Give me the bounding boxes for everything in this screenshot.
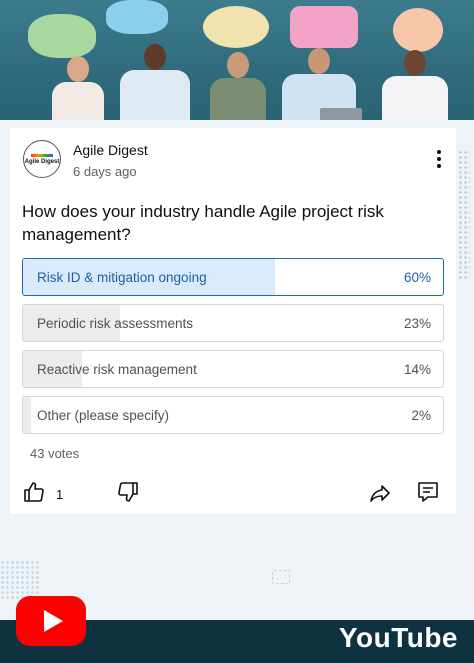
poll-option-label: Periodic risk assessments xyxy=(37,316,194,331)
poll-option-label: Reactive risk management xyxy=(37,362,197,377)
speech-bubble-blue xyxy=(106,0,168,34)
poll-option-percent: 23% xyxy=(403,316,431,331)
poll-option-percent: 60% xyxy=(403,270,431,285)
banner-image xyxy=(0,0,474,120)
dot-pattern-decoration xyxy=(0,560,40,600)
vote-count: 43 votes xyxy=(30,446,80,461)
avatar-logo-stripe xyxy=(31,153,53,157)
action-bar: 1 xyxy=(10,478,456,508)
share-icon[interactable] xyxy=(368,481,392,510)
community-post-card: Agile Digest Agile Digest 6 days ago How… xyxy=(10,128,456,514)
poll-option-percent: 14% xyxy=(403,362,431,377)
poll-question: How does your industry handle Agile proj… xyxy=(22,202,384,244)
poll-option-label: Risk ID & mitigation ongoing xyxy=(37,270,207,285)
speech-bubble-peach xyxy=(393,8,443,52)
person-figure xyxy=(210,52,266,120)
speech-bubble-yellow xyxy=(203,6,269,48)
poll-option[interactable]: Reactive risk management 14% xyxy=(22,350,444,388)
poll-option-percent: 2% xyxy=(411,408,431,423)
youtube-wordmark: YouTube xyxy=(338,622,458,653)
poll-option[interactable]: Other (please specify) 2% xyxy=(22,396,444,434)
post-time[interactable]: 6 days ago xyxy=(73,164,137,179)
poll-option[interactable]: Risk ID & mitigation ongoing 60% xyxy=(22,258,444,296)
more-vertical-icon[interactable] xyxy=(431,148,447,170)
dot-pattern-decoration xyxy=(458,150,470,280)
person-figure xyxy=(52,56,104,120)
person-figure xyxy=(120,44,190,120)
channel-avatar[interactable]: Agile Digest xyxy=(23,140,61,178)
avatar-logo-text: Agile Digest xyxy=(24,158,60,165)
thumbs-down-icon[interactable] xyxy=(116,480,140,509)
person-figure xyxy=(382,50,448,120)
youtube-logo-icon xyxy=(16,596,86,646)
speech-bubble-pink xyxy=(290,6,358,48)
thumbs-up-icon[interactable] xyxy=(22,480,46,509)
like-count: 1 xyxy=(56,487,64,502)
speech-bubble-green xyxy=(28,14,96,58)
comment-icon[interactable] xyxy=(416,480,440,509)
channel-name[interactable]: Agile Digest xyxy=(73,142,148,158)
poll-option-label: Other (please specify) xyxy=(37,408,170,423)
faint-decoration xyxy=(272,570,290,584)
poll-option[interactable]: Periodic risk assessments 23% xyxy=(22,304,444,342)
poll-option-bar xyxy=(23,397,32,433)
laptop xyxy=(320,108,362,120)
